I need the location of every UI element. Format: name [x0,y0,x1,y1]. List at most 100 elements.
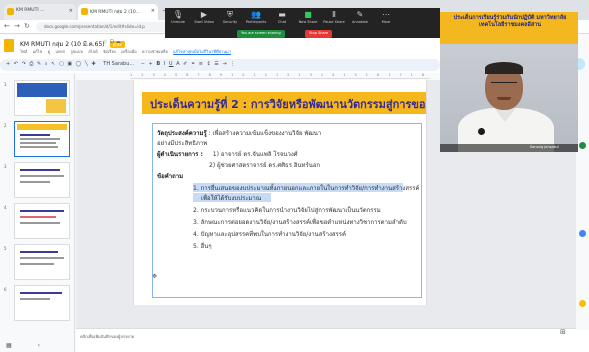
calendar-icon[interactable] [579,300,586,307]
underline-icon[interactable]: U [169,61,174,67]
thumbnail-line [20,169,60,171]
slide-thumbnail[interactable]: 4 [4,203,74,243]
undo-icon[interactable]: ↶ [14,61,19,67]
paint-format-icon[interactable]: ✎ [37,61,42,67]
slides-icon [7,8,14,15]
tasks-icon[interactable] [579,230,586,237]
menu-arrange[interactable]: จัดเรียง [103,49,116,54]
textbox-icon[interactable]: ▢ [59,61,65,67]
close-icon[interactable]: × [151,8,155,14]
participants-icon: 👥 [251,10,261,19]
slide-thumbnail[interactable]: 3 [4,162,74,202]
cloud-icon: ☁ [115,39,123,45]
thumbnail-line [20,292,62,294]
menu-view[interactable]: ดู [48,49,51,54]
expand-icon[interactable]: ⊞ [560,328,570,338]
ruler: 1234567891011121314151617181920 [130,73,430,79]
close-icon[interactable]: × [69,8,73,14]
new-share-button[interactable]: ■ New Share [297,10,319,25]
line-spacing-icon[interactable]: ↕ [206,61,211,67]
bold-icon[interactable]: B [156,61,161,67]
menu-slide[interactable]: สไลด์ [88,49,98,54]
participants-button[interactable]: 👥 Participants [245,10,267,25]
indent-icon[interactable]: ⇥ [222,61,227,67]
lapel-mic-icon [478,128,485,135]
chat-icon: ▬ [278,10,286,19]
browser-tab-active[interactable]: KM RMUTI กลุ่ม 2 (10... × [78,4,158,20]
menu-edit[interactable]: แก้ไข [33,49,43,54]
slide-title[interactable]: ประเด็นความรู้ที่ 2 : การวิจัยหรือพัฒนาน… [150,95,426,113]
thumbnail-image [14,162,70,198]
menu-format[interactable]: รูปแบบ [71,49,83,54]
menu-tools[interactable]: เครื่องมือ [121,49,137,54]
thumbnail-line [20,210,64,212]
start-video-button[interactable]: ▶ Start Video [193,10,215,25]
back-icon[interactable]: ← [4,22,10,30]
document-title-text[interactable]: KM RMUTI กลุ่ม 2 (10 มี.ค.65) [20,41,105,48]
questions-label-text: ข้อคำถาม [157,173,184,180]
notes-placeholder[interactable]: คลิกเพื่อเพิ่มบันทึกของผู้บรรยาย [80,333,134,340]
print-icon[interactable]: ⎙ [29,61,34,67]
select-icon[interactable]: ↖ [51,61,56,67]
shape-icon[interactable]: ◯ [76,61,83,67]
forward-icon[interactable]: → [14,22,20,30]
add-icon[interactable]: + [6,61,11,67]
slide-thumbnail[interactable]: 6 [4,285,74,325]
thumbnail-image [14,80,70,116]
keep-icon[interactable] [579,142,586,149]
font-size-increase-icon[interactable]: + [149,61,154,67]
font-select[interactable]: TH Sarabu... [103,61,134,67]
collapse-icon[interactable]: ‹ [38,342,40,349]
zoom-icon[interactable]: ⌕ [45,61,49,67]
move-handle-icon[interactable]: ✥ [152,273,158,280]
zoom-meeting-toolbar: 🎙 Unmute ▶ Start Video ⛨ Security 👥 Part… [165,8,440,38]
menu-help[interactable]: ความช่วยเหลือ [142,49,168,54]
unmute-label: Unmute [171,20,185,24]
highlight-icon[interactable]: ✐ [183,61,188,67]
stop-share-button[interactable]: Stop Share [305,30,333,38]
align-icon[interactable]: ≡ [199,61,204,67]
content-textbox[interactable]: วัตถุประสงค์ความรู้ : เพื่อสร้างความเข้ม… [152,123,422,298]
chat-button[interactable]: ▬ Chat [271,10,293,25]
grid-view-icon[interactable]: ▦ [6,342,12,349]
operator-label: ผู้ดำเนินรายการ : [157,151,203,158]
slide-thumbnail-active[interactable]: 2 [4,121,74,161]
unmute-button[interactable]: 🎙 Unmute [167,10,189,25]
share-screen-icon: ■ [304,10,312,19]
objective-text: : เพื่อสร้างความเข้มแข็งของงานวิจัย พัฒน… [208,130,322,137]
link-icon[interactable]: ⚭ [191,61,196,67]
slide-thumbnail[interactable]: 5 [4,244,74,284]
text-color-icon[interactable]: A [176,61,180,67]
slide-thumbnail[interactable]: 1 [4,80,74,120]
thumbnail-line [20,251,58,253]
menu-file[interactable]: ไฟล์ [20,49,27,54]
question-item: 5. อื่นๆ [193,243,212,250]
more-button[interactable]: ⋯ More [375,10,397,25]
participant-name: Sanong Jansakul [530,145,559,149]
speaker-video[interactable]: ประเด็นการเรียนรู้ร่วมกันนักปฏิบัติ มหาว… [440,12,578,152]
slides-logo-icon[interactable] [4,39,14,52]
italic-icon[interactable]: I [164,61,166,67]
font-size-decrease-icon[interactable]: − [141,61,146,67]
browser-tab[interactable]: KM RMUTI ... × [4,4,76,20]
security-button[interactable]: ⛨ Security [219,10,241,25]
more-icon[interactable]: ⋮ [230,61,236,67]
last-edit-link[interactable]: แก้ไขล่าสุดเมื่อไม่กี่วินาทีที่ผ่านมา [173,49,231,54]
menu-bar: ไฟล์ แก้ไข ดู แทรก รูปแบบ สไลด์ จัดเรียง… [20,48,235,55]
redo-icon[interactable]: ↷ [22,61,27,67]
question-item: 1. การยื่นเสนอของบประมาณทั้งภายนอกและภาย… [193,185,420,192]
list-icon[interactable]: ☰ [214,61,219,67]
comment-icon[interactable]: ✚ [91,61,96,67]
reload-icon[interactable]: ↻ [24,22,30,30]
thumbnail-line [20,257,64,259]
pause-share-button[interactable]: Ⅱ Pause Share [323,10,345,25]
slide-canvas[interactable]: ประเด็นความรู้ที่ 2 : การวิจัยหรือพัฒนาน… [133,80,427,305]
thumbnail-line [20,222,60,224]
slide-number: 1 [4,82,7,87]
image-icon[interactable]: ▣ [67,61,73,67]
annotate-button[interactable]: ✎ Annotate [349,10,371,25]
menu-insert[interactable]: แทรก [56,49,66,54]
operator-line: ผู้ดำเนินรายการ : 1) อาจารย์ ดร.จันแพลิ … [157,149,298,159]
speaker-notes[interactable]: คลิกเพื่อเพิ่มบันทึกของผู้บรรยาย [76,328,589,352]
line-icon[interactable]: ╲ [85,61,89,67]
